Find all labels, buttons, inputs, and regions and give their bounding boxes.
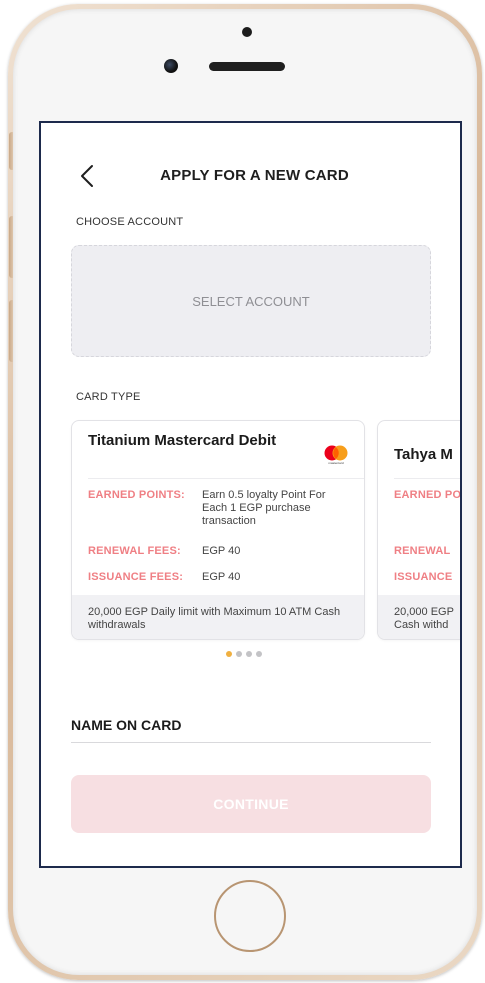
front-camera — [164, 59, 178, 73]
pagination-dot[interactable] — [236, 651, 242, 657]
issuance-fees-value: EGP 40 — [202, 571, 241, 583]
earned-points-value: Earn 0.5 loyalty Point For Each 1 EGP pu… — [202, 489, 326, 527]
select-account-label: SELECT ACCOUNT — [192, 293, 310, 309]
name-on-card-input[interactable] — [71, 713, 431, 743]
pagination-dot[interactable] — [256, 651, 262, 657]
card-carousel[interactable]: Titanium Mastercard Debit mastercard EAR… — [71, 420, 462, 642]
select-account-button[interactable]: SELECT ACCOUNT — [71, 245, 431, 357]
renewal-fees-label: RENEWAL FEES: — [88, 545, 181, 557]
card-option-tahya[interactable]: Tahya M EARNED PO RENEWAL ISSUANCE 20,00… — [377, 420, 462, 640]
mastercard-logo: mastercard — [322, 445, 350, 467]
home-button[interactable] — [214, 880, 286, 952]
pagination-dot[interactable] — [246, 651, 252, 657]
earned-points-label: EARNED PO — [394, 489, 462, 501]
card-footer: 20,000 EGP Daily limit with Maximum 10 A… — [72, 595, 364, 639]
pagination-dot[interactable] — [226, 651, 232, 657]
carousel-pagination — [226, 651, 262, 657]
card-divider — [394, 478, 460, 479]
renewal-fees-value: EGP 40 — [202, 545, 241, 557]
mastercard-wordmark: mastercard — [328, 461, 344, 465]
proximity-sensor — [242, 27, 252, 37]
earpiece-speaker — [209, 62, 285, 71]
issuance-fees-label: ISSUANCE FEES: — [88, 571, 184, 583]
card-divider — [88, 478, 364, 479]
renewal-fees-label: RENEWAL — [394, 545, 451, 557]
card-option-titanium[interactable]: Titanium Mastercard Debit mastercard EAR… — [71, 420, 365, 640]
choose-account-label: CHOOSE ACCOUNT — [76, 216, 184, 228]
card-name: Tahya M — [394, 446, 453, 463]
header: APPLY FOR A NEW CARD — [41, 161, 460, 191]
page-title: APPLY FOR A NEW CARD — [160, 167, 349, 184]
card-footer: 20,000 EGP Cash withd — [378, 595, 460, 639]
earned-points-label: EARNED POINTS: — [88, 489, 185, 501]
issuance-fees-label: ISSUANCE — [394, 571, 453, 583]
card-name: Titanium Mastercard Debit — [88, 432, 277, 449]
continue-button[interactable]: CONTINUE — [71, 775, 431, 833]
app-screen: APPLY FOR A NEW CARD CHOOSE ACCOUNT SELE… — [39, 121, 462, 868]
card-type-label: CARD TYPE — [76, 391, 141, 403]
